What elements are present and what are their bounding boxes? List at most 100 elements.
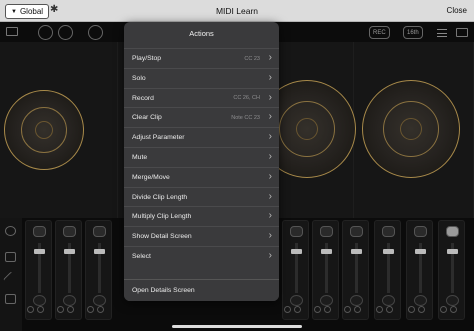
loop-ring — [296, 118, 318, 140]
level-button[interactable] — [320, 295, 333, 306]
mixer-sidebar — [0, 218, 22, 331]
pencil-icon[interactable] — [3, 271, 18, 287]
solo-button[interactable] — [324, 306, 331, 313]
mute-button[interactable] — [87, 306, 94, 313]
solo-button[interactable] — [294, 306, 301, 313]
level-button[interactable] — [93, 295, 106, 306]
channel-strip[interactable] — [374, 220, 401, 320]
channel-knob[interactable] — [290, 226, 303, 237]
action-label: Show Detail Screen — [132, 233, 192, 241]
channel-strip[interactable] — [342, 220, 369, 320]
solo-button[interactable] — [37, 306, 44, 313]
redo-icon[interactable] — [58, 25, 73, 40]
level-button[interactable] — [33, 295, 46, 306]
mute-button[interactable] — [284, 306, 291, 313]
quantize-pill[interactable]: 16th — [403, 26, 423, 39]
channel-strip[interactable] — [25, 220, 52, 320]
chevron-right-icon: › — [268, 91, 272, 103]
channel-strip[interactable] — [85, 220, 112, 320]
solo-button[interactable] — [67, 306, 74, 313]
solo-button[interactable] — [386, 306, 393, 313]
channel-knob[interactable] — [350, 226, 363, 237]
channel-strip[interactable] — [282, 220, 309, 320]
fader-handle[interactable] — [383, 249, 394, 254]
channel-strip[interactable] — [406, 220, 433, 320]
list-icon[interactable] — [5, 294, 16, 304]
loop-pad[interactable] — [4, 90, 84, 170]
channel-knob[interactable] — [33, 226, 46, 237]
action-play-stop[interactable]: Play/Stop CC 23 › — [124, 48, 279, 68]
chevron-right-icon: › — [268, 71, 272, 83]
level-button[interactable] — [414, 295, 427, 306]
level-button[interactable] — [382, 295, 395, 306]
menu-icon[interactable] — [437, 29, 447, 37]
fader-handle[interactable] — [64, 249, 75, 254]
channel-knob[interactable] — [446, 226, 459, 237]
mute-button[interactable] — [344, 306, 351, 313]
grid-icon[interactable] — [456, 28, 468, 37]
fader-handle[interactable] — [351, 249, 362, 254]
solo-button[interactable] — [97, 306, 104, 313]
channel-knob[interactable] — [320, 226, 333, 237]
chevron-right-icon: › — [268, 250, 272, 261]
chevron-right-icon: › — [268, 52, 272, 63]
action-divide-clip-length[interactable]: Divide Clip Length › — [124, 186, 279, 207]
action-clear-clip[interactable]: Clear Clip Note CC 23 › — [124, 107, 279, 127]
action-label: Clear Clip — [132, 114, 162, 122]
fader-handle[interactable] — [94, 249, 105, 254]
action-label: Record — [132, 94, 154, 102]
undo-icon[interactable] — [38, 25, 53, 40]
mute-button[interactable] — [27, 306, 34, 313]
level-button[interactable] — [290, 295, 303, 306]
close-button[interactable]: Close — [447, 6, 467, 15]
fader-handle[interactable] — [447, 249, 458, 254]
channel-knob[interactable] — [382, 226, 395, 237]
action-mute[interactable]: Mute › — [124, 147, 279, 167]
action-show-detail-screen[interactable]: Show Detail Screen › — [124, 226, 279, 246]
folder-icon[interactable] — [6, 27, 18, 36]
action-label: Mute — [132, 154, 148, 161]
action-adjust-parameter[interactable]: Adjust Parameter › — [124, 127, 279, 147]
action-assignment: CC 26, CH — [233, 95, 260, 102]
fader-handle[interactable] — [321, 249, 332, 254]
record-pill[interactable]: REC — [369, 26, 390, 39]
solo-button[interactable] — [450, 306, 457, 313]
actions-popover: Actions Play/Stop CC 23 › Solo › Record … — [124, 22, 279, 301]
fx-icon[interactable] — [5, 226, 16, 236]
level-button[interactable] — [350, 295, 363, 306]
stop-icon[interactable] — [88, 25, 103, 40]
channel-knob[interactable] — [414, 226, 427, 237]
fader-handle[interactable] — [34, 249, 45, 254]
action-record[interactable]: Record CC 26, CH › — [124, 87, 279, 108]
chevron-right-icon: › — [268, 131, 272, 143]
loop-ring — [400, 118, 422, 140]
channel-strip[interactable] — [438, 220, 465, 320]
loop-pad[interactable] — [362, 80, 460, 178]
fader-handle[interactable] — [415, 249, 426, 254]
mute-button[interactable] — [440, 306, 447, 313]
level-button[interactable] — [446, 295, 459, 306]
channel-knob[interactable] — [93, 226, 106, 237]
action-multiply-clip-length[interactable]: Multiply Clip Length › — [124, 206, 279, 226]
channel-strip[interactable] — [55, 220, 82, 320]
mute-button[interactable] — [57, 306, 64, 313]
mute-button[interactable] — [408, 306, 415, 313]
solo-button[interactable] — [354, 306, 361, 313]
mute-button[interactable] — [376, 306, 383, 313]
channel-knob[interactable] — [63, 226, 76, 237]
page-title: MIDI Learn — [215, 6, 259, 16]
action-merge-move[interactable]: Merge/Move › — [124, 166, 279, 187]
action-label: Play/Stop — [132, 55, 162, 62]
input-icon[interactable] — [5, 252, 16, 262]
level-button[interactable] — [63, 295, 76, 306]
action-label: Select — [132, 253, 151, 260]
fader-handle[interactable] — [291, 249, 302, 254]
open-details-screen-item[interactable]: Open Details Screen — [124, 279, 279, 301]
action-select[interactable]: Select › — [124, 246, 279, 266]
channel-strip[interactable] — [312, 220, 339, 320]
action-solo[interactable]: Solo › — [124, 67, 279, 88]
chevron-right-icon: › — [268, 190, 272, 202]
mute-button[interactable] — [314, 306, 321, 313]
popover-title: Actions — [189, 29, 214, 38]
solo-button[interactable] — [418, 306, 425, 313]
